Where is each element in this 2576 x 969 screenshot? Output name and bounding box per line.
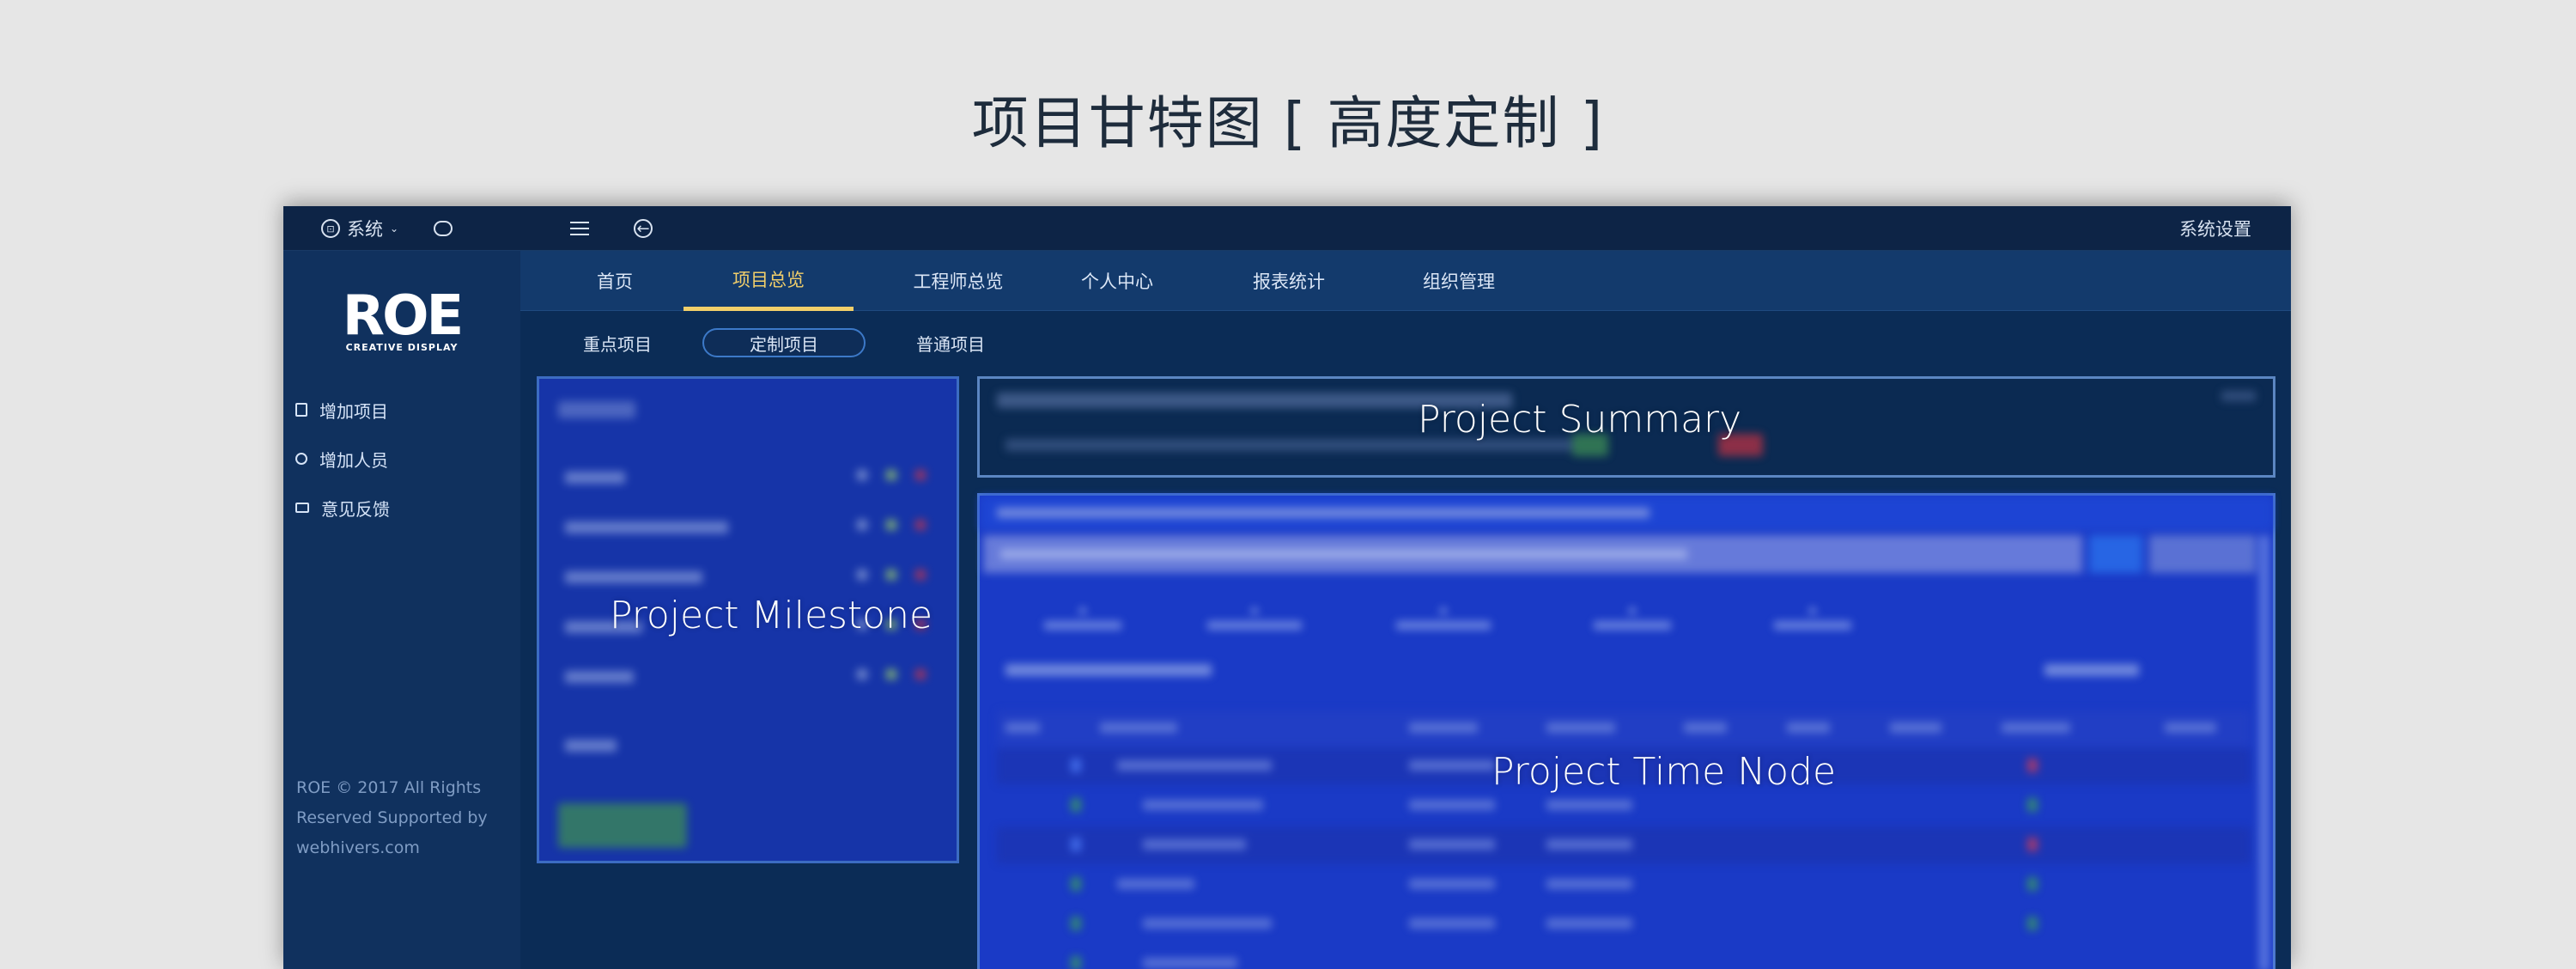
subtab-custom-projects[interactable]: 定制项目 xyxy=(702,328,866,357)
table-row xyxy=(997,827,2251,863)
timenode-panel: Project Time Node xyxy=(977,493,2275,969)
chevron-down-icon: ⌄ xyxy=(390,222,399,235)
system-settings-link[interactable]: 系统设置 xyxy=(2179,206,2251,251)
sub-nav: 重点项目 定制项目 普通项目 xyxy=(520,311,2291,378)
subtab-normal-projects[interactable]: 普通项目 xyxy=(903,328,998,357)
milestone-row xyxy=(565,664,943,690)
system-icon: ⊡ xyxy=(321,219,340,238)
main-nav: 首页 项目总览 工程师总览 个人中心 报表统计 组织管理 xyxy=(520,251,2291,311)
subtab-key-projects[interactable]: 重点项目 xyxy=(570,328,665,357)
sidebar-item-label: 增加项目 xyxy=(319,400,388,422)
footer-copyright: ROE © 2017 All Rights Reserved Supported… xyxy=(296,778,488,857)
tab-project-overview[interactable]: 项目总览 xyxy=(683,251,854,311)
milestone-row xyxy=(565,465,943,491)
document-add-icon xyxy=(295,403,307,417)
milestone-header-placeholder xyxy=(558,401,635,418)
menu-toggle-button[interactable] xyxy=(570,206,589,251)
tab-organization[interactable]: 组织管理 xyxy=(1403,251,1515,311)
summary-label: Project Summary xyxy=(1418,398,1742,442)
timenode-label: Project Time Node xyxy=(1492,750,1837,794)
timeline-steps xyxy=(1031,607,1890,642)
mail-icon xyxy=(295,503,309,513)
sidebar-item-label: 意见反馈 xyxy=(321,498,390,520)
tab-reports[interactable]: 报表统计 xyxy=(1233,251,1345,311)
milestone-panel: Project Milestone xyxy=(537,376,959,863)
back-button[interactable]: ← xyxy=(634,206,653,251)
table-row xyxy=(997,867,2251,903)
user-add-icon xyxy=(295,453,307,465)
back-arrow-icon: ← xyxy=(634,219,653,238)
milestone-row xyxy=(565,564,943,590)
milestone-row xyxy=(565,515,943,540)
sidebar-item-feedback[interactable]: 意见反馈 xyxy=(295,495,390,521)
system-label: 系统 xyxy=(347,219,383,240)
page-title: 项目甘特图 [ 高度定制 ] xyxy=(971,90,1605,156)
logo-main: ROE xyxy=(342,284,464,348)
chat-button[interactable] xyxy=(434,206,453,251)
scrollbar[interactable] xyxy=(2259,535,2269,969)
system-menu[interactable]: ⊡ 系统 ⌄ xyxy=(321,206,398,251)
table-row xyxy=(997,906,2251,942)
tab-engineer-overview[interactable]: 工程师总览 xyxy=(890,251,1027,311)
gantt-action-button[interactable] xyxy=(2089,535,2142,573)
chat-icon xyxy=(434,221,453,236)
gantt-more-button[interactable] xyxy=(2149,535,2256,573)
milestone-label: Project Milestone xyxy=(610,594,933,637)
table-header xyxy=(997,710,2251,747)
top-bar: ⊡ 系统 ⌄ ← 系统设置 xyxy=(283,206,2291,251)
sidebar: ROE CREATIVE DISPLAY 增加项目 增加人员 意见反馈 ROE … xyxy=(283,251,520,969)
tab-home[interactable]: 首页 xyxy=(572,251,658,311)
tab-personal-center[interactable]: 个人中心 xyxy=(1061,251,1173,311)
logo: ROE CREATIVE DISPLAY xyxy=(342,284,464,353)
menu-icon xyxy=(570,222,589,235)
app-window: ⊡ 系统 ⌄ ← 系统设置 ROE CREATIVE DISPLAY 增加项目 … xyxy=(283,206,2291,969)
sidebar-item-add-project[interactable]: 增加项目 xyxy=(295,397,388,423)
sidebar-item-add-user[interactable]: 增加人员 xyxy=(295,446,388,472)
logo-sub: CREATIVE DISPLAY xyxy=(345,342,459,353)
summary-panel: Project Summary xyxy=(977,376,2275,478)
milestone-row xyxy=(565,733,943,759)
add-plan-button[interactable] xyxy=(558,803,687,848)
system-settings-label: 系统设置 xyxy=(2179,219,2251,240)
sidebar-item-label: 增加人员 xyxy=(319,449,388,471)
table-row xyxy=(997,946,2251,969)
